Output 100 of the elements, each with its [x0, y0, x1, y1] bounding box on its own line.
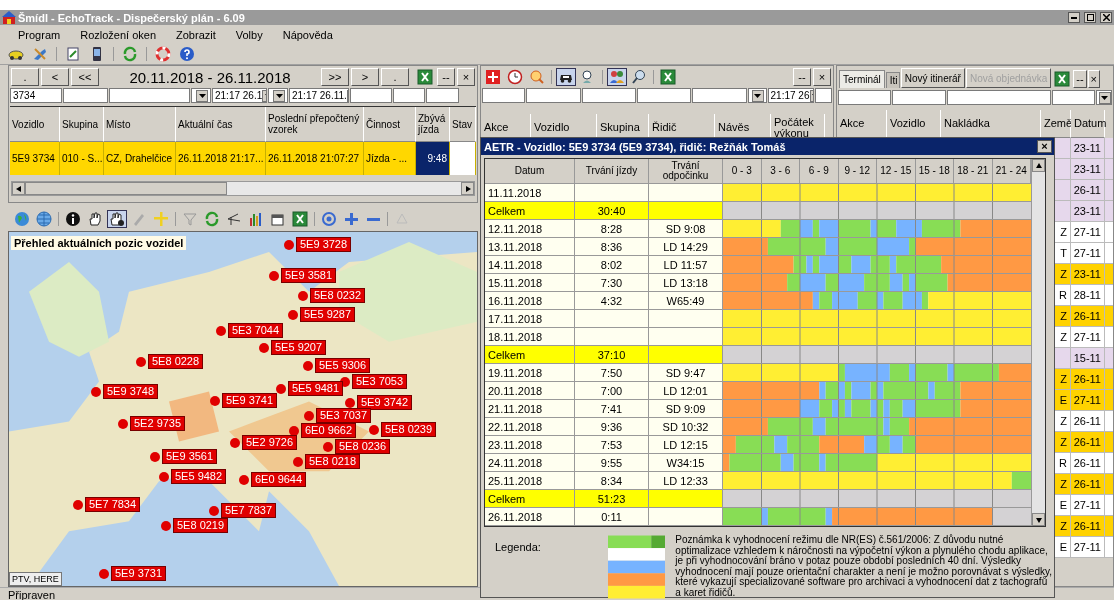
lifebuoy-tool[interactable]	[153, 45, 173, 63]
input-field[interactable]	[637, 88, 692, 103]
close-button[interactable]: ×	[813, 68, 831, 86]
input-field[interactable]	[1052, 90, 1095, 105]
vehicle-label[interactable]: 5E3 7037	[316, 408, 372, 423]
marker-dot[interactable]	[73, 499, 83, 510]
car-tool[interactable]	[556, 68, 576, 86]
menu-item[interactable]: Nápověda	[272, 28, 343, 41]
combo-box[interactable]: 21:17 26.11.	[289, 88, 349, 103]
vehicle-label[interactable]: 5E5 9481	[288, 381, 344, 396]
input-field[interactable]	[946, 90, 1052, 105]
maximize-button[interactable]	[1084, 12, 1096, 23]
add-tool[interactable]	[483, 68, 503, 86]
marker-dot[interactable]	[269, 270, 279, 281]
input-field[interactable]	[350, 88, 392, 103]
marker-dot[interactable]	[288, 309, 298, 320]
input-field[interactable]	[393, 88, 425, 103]
combo-box[interactable]	[268, 88, 288, 103]
export-button[interactable]	[1052, 70, 1073, 88]
scrollbar-thumb[interactable]	[25, 182, 227, 195]
marker-dot[interactable]	[259, 342, 269, 353]
column-header[interactable]: Země	[1041, 110, 1071, 138]
excel-tool[interactable]	[658, 68, 678, 86]
clock-tool[interactable]	[505, 68, 525, 86]
table-row[interactable]: 5E9 3734 010 - S... CZ, Drahelčice 26.11.2018 21:17... 26.11.2018 21:07:27 Jízda - ... 9:48	[10, 142, 476, 175]
globe-tool[interactable]	[12, 210, 32, 228]
vehicle-label[interactable]: 5E8 0236	[335, 439, 391, 454]
vehicle-label[interactable]: 5E3 7053	[352, 374, 408, 389]
vehicle-label[interactable]: 5E8 0232	[310, 288, 366, 303]
nav-button[interactable]: .	[11, 68, 39, 86]
vehicle-label[interactable]: 5E9 3728	[296, 237, 352, 252]
vehicle-label[interactable]: 5E9 3742	[357, 395, 413, 410]
minimize-button[interactable]	[1068, 12, 1080, 23]
marker-dot[interactable]	[159, 471, 169, 482]
close-button[interactable]: ×	[1087, 70, 1100, 88]
input-field[interactable]	[525, 88, 581, 103]
vehicle-label[interactable]: 5E9 3731	[111, 566, 167, 581]
vehicle-label[interactable]: 5E2 9726	[242, 435, 298, 450]
minimize-button[interactable]: --	[437, 68, 455, 86]
marker-dot[interactable]	[209, 505, 219, 516]
column-header[interactable]: Zbývá jízda	[416, 107, 450, 142]
nav-button[interactable]: >	[351, 68, 379, 86]
vehicle-label[interactable]: 6E0 9644	[251, 472, 307, 487]
close-button[interactable]: ×	[1037, 140, 1052, 153]
marker-dot[interactable]	[293, 456, 303, 467]
hand-info-tool[interactable]	[107, 210, 127, 228]
vehicle-label[interactable]: 5E9 3741	[222, 393, 278, 408]
marker-dot[interactable]	[118, 418, 128, 429]
input-field[interactable]	[838, 90, 891, 105]
vehicle-label[interactable]: 5E8 0228	[148, 354, 204, 369]
column-header[interactable]: Aktuální čas	[176, 107, 266, 142]
column-header[interactable]: Skupina	[60, 107, 104, 142]
vehicle-label[interactable]: 5E7 7834	[85, 497, 141, 512]
vehicle-label[interactable]: 5E9 3561	[162, 449, 218, 464]
input-field[interactable]	[891, 90, 946, 105]
vehicle-label[interactable]: 5E9 3581	[281, 268, 337, 283]
column-header[interactable]: Datum	[1071, 110, 1105, 138]
marker-dot[interactable]	[216, 325, 226, 336]
nav-button[interactable]: .	[381, 68, 409, 86]
marker-dot[interactable]	[136, 356, 146, 367]
combo-box[interactable]	[1095, 90, 1112, 105]
menu-item[interactable]: Volby	[225, 28, 273, 41]
vehicle-label[interactable]: 5E5 9482	[171, 469, 227, 484]
vehicle-label[interactable]: 5E8 0239	[381, 422, 437, 437]
column-header[interactable]: Stav	[450, 107, 476, 142]
column-header[interactable]: Vozidlo	[10, 107, 60, 142]
marker-dot[interactable]	[369, 424, 379, 435]
vehicle-label[interactable]: 6E0 9662	[301, 423, 357, 438]
marker-dot[interactable]	[150, 451, 160, 462]
marker-dot[interactable]	[304, 410, 314, 421]
menu-item[interactable]: Program	[8, 28, 71, 41]
input-field[interactable]	[582, 88, 637, 103]
marker-dot[interactable]	[161, 520, 171, 531]
help-tool[interactable]	[177, 45, 197, 63]
marker-dot[interactable]	[323, 441, 333, 452]
combo-box[interactable]: 21:17 26	[767, 88, 814, 103]
marker-dot[interactable]	[99, 568, 109, 579]
export-button[interactable]	[415, 68, 435, 86]
menu-item[interactable]: Zobrazit	[166, 28, 226, 41]
column-header[interactable]: Nakládka	[941, 110, 1041, 138]
tab[interactable]: Iti	[885, 72, 900, 88]
input-field[interactable]	[482, 88, 525, 103]
column-header[interactable]: Místo	[104, 107, 176, 142]
minimize-button[interactable]: --	[793, 68, 811, 86]
nav-button[interactable]: >>	[321, 68, 349, 86]
marker-dot[interactable]	[303, 360, 313, 371]
people-tool[interactable]	[607, 68, 627, 86]
marker-dot[interactable]	[276, 383, 286, 394]
marker-dot[interactable]	[239, 474, 249, 485]
vehicle-label[interactable]: 5E8 0218	[305, 454, 361, 469]
input-field[interactable]	[109, 88, 190, 103]
close-button[interactable]	[1100, 12, 1112, 23]
tab[interactable]: Terminál	[839, 70, 885, 88]
minimize-button[interactable]: --	[1073, 70, 1087, 88]
combo-box[interactable]: 21:17 26.1	[212, 88, 267, 103]
marker-dot[interactable]	[284, 239, 294, 250]
vehicle-label[interactable]: 5E5 9207	[271, 340, 327, 355]
vehicle-label[interactable]: 5E5 9287	[300, 307, 356, 322]
nav-button[interactable]: <	[41, 68, 69, 86]
marker-dot[interactable]	[289, 425, 299, 436]
